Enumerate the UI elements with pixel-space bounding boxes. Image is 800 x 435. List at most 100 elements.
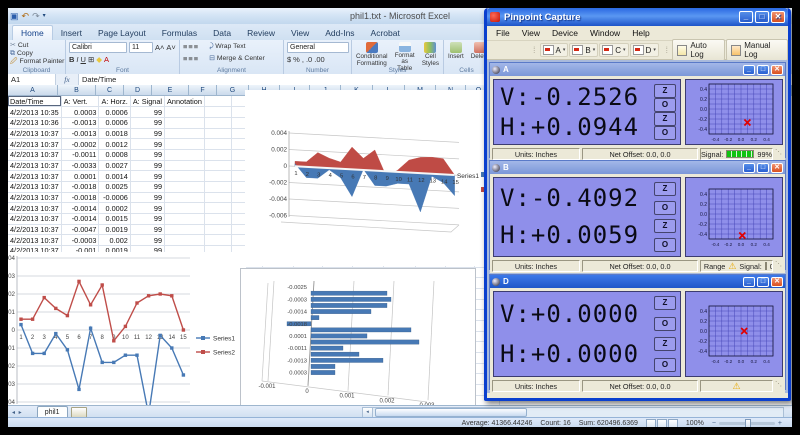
cell[interactable]: Annotation — [165, 96, 205, 107]
page-break-view-icon[interactable] — [668, 419, 678, 428]
name-box[interactable]: A1 — [8, 74, 56, 85]
pinpoint-titlebar[interactable]: Pinpoint Capture _ □ ✕ — [487, 8, 788, 26]
menu-device[interactable]: Device — [547, 28, 583, 38]
child-titlebar[interactable]: B_□✕ — [490, 161, 785, 174]
format-painter-button[interactable]: 🖉Format Painter — [10, 58, 63, 66]
cell[interactable]: 0.0008 — [99, 149, 130, 160]
offset-button-v[interactable]: O — [654, 317, 676, 331]
cell[interactable]: 4/2/2013 10:37 — [8, 235, 61, 246]
column-header-D[interactable]: D — [124, 85, 152, 96]
cell[interactable] — [204, 214, 231, 225]
cell[interactable]: -0.0006 — [99, 192, 130, 203]
cell[interactable] — [204, 128, 231, 139]
cell[interactable]: 0.0012 — [99, 139, 130, 150]
menu-help[interactable]: Help — [627, 28, 654, 38]
device-button-b[interactable]: B▾ — [569, 43, 598, 57]
zero-button-h[interactable]: Z — [654, 112, 676, 126]
chart-3d-bar[interactable]: -0.00100.0010.0020.003-0.0025-0.0003-0.0… — [240, 268, 476, 405]
cell[interactable]: -0.0003 — [61, 235, 99, 246]
cell[interactable] — [204, 224, 231, 235]
cell[interactable] — [204, 235, 231, 246]
maximize-icon[interactable]: □ — [757, 277, 769, 287]
zoom-slider[interactable]: − + — [712, 420, 782, 427]
chevron-down-icon[interactable]: ▾ — [563, 47, 566, 53]
offset-button-h[interactable]: O — [654, 358, 676, 372]
cell[interactable]: -0.0018 — [61, 192, 99, 203]
border-icon[interactable]: ⊞ — [88, 55, 94, 64]
cell[interactable] — [204, 149, 231, 160]
fill-color-icon[interactable]: ◆ — [96, 55, 102, 64]
scroll-left-icon[interactable]: ◂ — [363, 408, 373, 417]
minimize-icon[interactable]: _ — [743, 65, 755, 75]
cell[interactable] — [204, 160, 231, 171]
tab-review[interactable]: Review — [239, 26, 283, 40]
tab-view[interactable]: View — [283, 26, 317, 40]
cell[interactable]: 4/2/2013 10:37 — [8, 224, 61, 235]
cell[interactable]: A: Vert. — [61, 96, 99, 107]
menu-view[interactable]: View — [517, 28, 545, 38]
cell[interactable] — [165, 192, 205, 203]
cell[interactable] — [165, 139, 205, 150]
cell[interactable]: 4/2/2013 10:37 — [8, 139, 61, 150]
cell[interactable]: 99 — [130, 203, 164, 214]
cell[interactable]: 0.0001 — [61, 171, 99, 182]
cell[interactable] — [204, 203, 231, 214]
cell[interactable]: 4/2/2013 10:37 — [8, 214, 61, 225]
undo-icon[interactable]: ↶ — [22, 9, 30, 23]
italic-button[interactable]: I — [76, 55, 78, 64]
cell[interactable]: 99 — [130, 117, 164, 128]
child-titlebar[interactable]: D_□✕ — [490, 275, 785, 288]
cell[interactable]: 0.002 — [99, 235, 130, 246]
save-icon[interactable]: ▣ — [10, 9, 19, 23]
minimize-icon[interactable]: _ — [739, 11, 753, 23]
cell[interactable]: -0.0014 — [61, 214, 99, 225]
close-icon[interactable]: ✕ — [771, 277, 783, 287]
cell[interactable]: Date/Time — [8, 96, 61, 107]
cell[interactable]: 0.0002 — [99, 203, 130, 214]
menu-window[interactable]: Window — [585, 28, 625, 38]
tab-data[interactable]: Data — [205, 26, 239, 40]
cell[interactable] — [165, 235, 205, 246]
font-color-icon[interactable]: A — [104, 55, 109, 64]
cell[interactable]: 0.0018 — [99, 128, 130, 139]
menu-file[interactable]: File — [491, 28, 515, 38]
sheet-nav-icons[interactable]: ◂ ▸ — [12, 409, 23, 416]
cell[interactable]: 99 — [130, 224, 164, 235]
cut-button[interactable]: ✂Cut — [10, 42, 63, 50]
tab-acrobat[interactable]: Acrobat — [363, 26, 408, 40]
cell[interactable] — [204, 107, 231, 118]
cell[interactable] — [165, 128, 205, 139]
bold-button[interactable]: B — [69, 55, 74, 64]
close-icon[interactable]: ✕ — [771, 163, 783, 173]
cell[interactable] — [165, 224, 205, 235]
cell[interactable]: A: Signal — [130, 96, 164, 107]
cell[interactable]: 4/2/2013 10:35 — [8, 107, 61, 118]
offset-button-h[interactable]: O — [654, 238, 676, 252]
normal-view-icon[interactable] — [646, 419, 656, 428]
column-header-B[interactable]: B — [58, 85, 96, 96]
tab-insert[interactable]: Insert — [53, 26, 90, 40]
cell[interactable] — [165, 107, 205, 118]
zero-button-h[interactable]: Z — [654, 219, 676, 233]
cell[interactable]: A: Horz. — [99, 96, 130, 107]
column-header-C[interactable]: C — [96, 85, 124, 96]
cell[interactable]: 0.0006 — [99, 107, 130, 118]
tab-add-ins[interactable]: Add-Ins — [317, 26, 362, 40]
device-button-a[interactable]: A▾ — [540, 43, 569, 57]
comma-icon[interactable]: , — [302, 55, 304, 64]
offset-button-v[interactable]: O — [654, 201, 676, 215]
cell[interactable]: 4/2/2013 10:37 — [8, 128, 61, 139]
insert-sheet-icon[interactable] — [71, 407, 87, 418]
cell[interactable]: 99 — [130, 160, 164, 171]
minimize-icon[interactable]: _ — [743, 163, 755, 173]
maximize-icon[interactable]: □ — [757, 65, 769, 75]
cell[interactable]: 99 — [130, 192, 164, 203]
cell[interactable] — [165, 171, 205, 182]
cell[interactable] — [204, 171, 231, 182]
cell[interactable]: 0.0025 — [99, 182, 130, 193]
zoom-track[interactable] — [719, 422, 775, 425]
scroll-thumb[interactable] — [375, 408, 527, 417]
child-titlebar[interactable]: A_□✕ — [490, 63, 785, 76]
close-icon[interactable]: ✕ — [771, 65, 783, 75]
column-header-A[interactable]: A — [8, 85, 58, 96]
